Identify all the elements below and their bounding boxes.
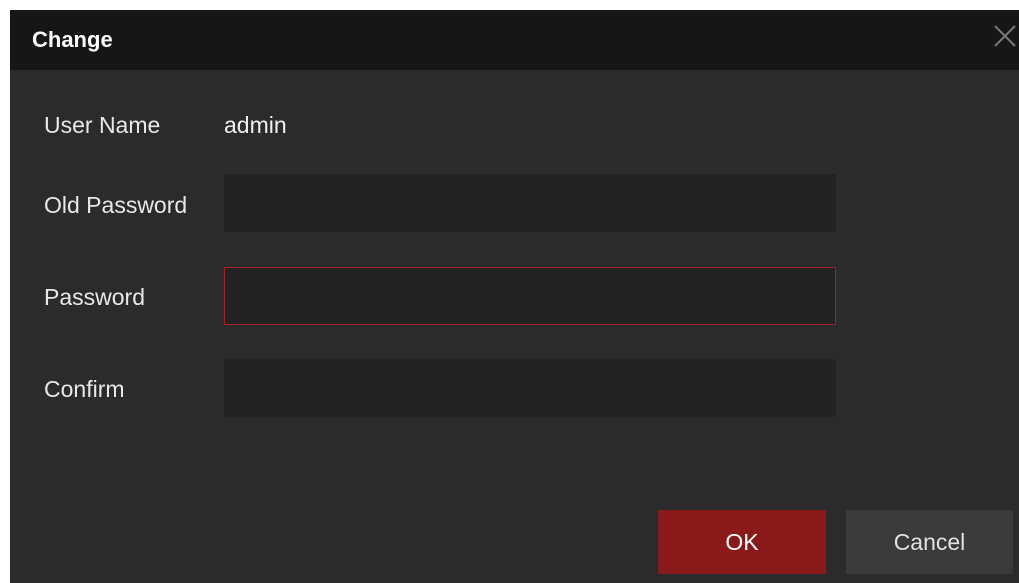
confirm-password-field[interactable] <box>224 359 836 417</box>
ok-button[interactable]: OK <box>658 510 826 574</box>
password-label: Password <box>44 284 145 310</box>
password-field[interactable] <box>224 267 836 325</box>
old-password-field[interactable] <box>224 174 836 232</box>
close-icon[interactable] <box>989 20 1019 50</box>
user-name-value: admin <box>224 112 287 138</box>
user-name-label: User Name <box>44 112 161 138</box>
dialog-title: Change <box>32 27 113 52</box>
change-password-dialog: Change User Name admin Old Password Pass… <box>10 10 1019 583</box>
confirm-label: Confirm <box>44 376 125 402</box>
dialog-titlebar: Change <box>10 10 1019 70</box>
old-password-label: Old Password <box>44 192 188 218</box>
cancel-button[interactable]: Cancel <box>846 510 1013 574</box>
